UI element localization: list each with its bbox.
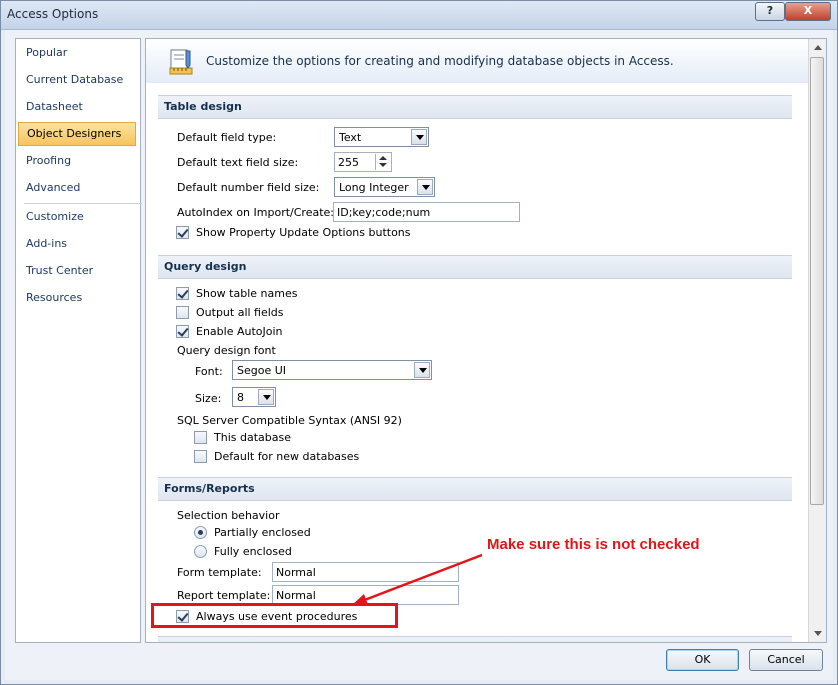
sidebar-item-add-ins[interactable]: Add-ins (18, 232, 136, 256)
this-database-label: This database (214, 431, 291, 444)
window-title: Access Options (7, 7, 99, 21)
sidebar-divider (24, 203, 142, 204)
partially-enclosed-label: Partially enclosed (214, 526, 311, 539)
default-text-size-spinner[interactable]: 255 (334, 152, 392, 172)
query-font-size-select[interactable]: 8 (232, 387, 276, 407)
section-title-table-design: Table design (164, 100, 242, 113)
cancel-button[interactable]: Cancel (749, 649, 823, 671)
default-new-databases-checkbox[interactable] (194, 450, 207, 463)
chevron-down-icon[interactable] (414, 362, 430, 378)
size-label: Size: (195, 392, 222, 405)
help-button[interactable]: ? (755, 2, 785, 21)
default-number-size-select[interactable]: Long Integer (334, 177, 435, 197)
options-panel: Customize the options for creating and m… (145, 38, 827, 643)
section-title-forms-reports: Forms/Reports (164, 482, 255, 495)
header-text: Customize the options for creating and m… (206, 54, 674, 68)
default-number-size-value: Long Integer (339, 181, 409, 194)
sidebar-item-customize[interactable]: Customize (18, 205, 136, 229)
font-label: Font: (195, 365, 223, 378)
report-template-value: Normal (276, 589, 316, 602)
property-update-checkbox[interactable] (176, 226, 189, 239)
default-field-type-value: Text (339, 131, 362, 144)
show-table-names-checkbox[interactable] (176, 287, 189, 300)
default-text-size-value: 255 (338, 156, 359, 169)
scrollbar-thumb[interactable] (810, 57, 824, 505)
panel-header: Customize the options for creating and m… (146, 39, 808, 83)
section-table-design: Table design (158, 95, 792, 119)
autoindex-input[interactable]: ID;key;code;num (333, 202, 520, 222)
form-template-input[interactable]: Normal (272, 562, 459, 582)
sidebar-item-advanced[interactable]: Advanced (18, 176, 136, 200)
autoindex-value: ID;key;code;num (337, 206, 431, 219)
form-template-value: Normal (276, 566, 316, 579)
section-next-partial (158, 636, 792, 642)
fully-enclosed-radio[interactable] (194, 545, 207, 558)
chevron-down-icon[interactable] (417, 179, 433, 195)
sidebar-item-object-designers[interactable]: Object Designers (18, 122, 136, 146)
form-template-label: Form template: (177, 566, 262, 579)
section-forms-reports: Forms/Reports (158, 477, 792, 501)
default-number-size-label: Default number field size: (177, 181, 320, 194)
report-template-label: Report template: (177, 589, 271, 602)
selection-behavior-label: Selection behavior (177, 509, 280, 522)
chevron-down-icon[interactable] (258, 389, 274, 405)
section-query-design: Query design (158, 255, 792, 279)
scroll-up-icon[interactable] (809, 39, 826, 56)
default-new-databases-label: Default for new databases (214, 450, 360, 463)
default-text-size-label: Default text field size: (177, 156, 299, 169)
close-button[interactable]: X (785, 2, 831, 21)
sidebar-item-current-database[interactable]: Current Database (18, 68, 136, 92)
sidebar: Popular Current Database Datasheet Objec… (15, 38, 142, 643)
sidebar-item-trust-center[interactable]: Trust Center (18, 259, 136, 283)
default-field-type-select[interactable]: Text (334, 127, 429, 147)
ok-button[interactable]: OK (666, 649, 739, 671)
query-design-font-label: Query design font (177, 344, 276, 357)
annotation-highlight-box (151, 603, 398, 628)
section-title-query-design: Query design (164, 260, 247, 273)
show-table-names-label: Show table names (196, 287, 298, 300)
title-bar: Access Options ? X (1, 1, 837, 30)
report-template-input[interactable]: Normal (272, 585, 459, 605)
sql-syntax-label: SQL Server Compatible Syntax (ANSI 92) (177, 414, 402, 427)
partially-enclosed-radio[interactable] (194, 526, 207, 539)
query-font-value: Segoe UI (237, 364, 287, 377)
dialog-body: Popular Current Database Datasheet Objec… (5, 30, 833, 680)
chevron-down-icon[interactable] (411, 129, 427, 145)
sidebar-item-datasheet[interactable]: Datasheet (18, 95, 136, 119)
fully-enclosed-label: Fully enclosed (214, 545, 292, 558)
this-database-checkbox[interactable] (194, 431, 207, 444)
output-all-fields-checkbox[interactable] (176, 306, 189, 319)
options-scrollbar[interactable] (808, 39, 826, 642)
access-options-window: Access Options ? X Popular Current Datab… (0, 0, 838, 685)
sidebar-item-proofing[interactable]: Proofing (18, 149, 136, 173)
sidebar-item-popular[interactable]: Popular (18, 41, 136, 65)
scroll-down-icon[interactable] (809, 625, 826, 642)
autoindex-label: AutoIndex on Import/Create: (177, 206, 334, 219)
ruler-pencil-icon (169, 49, 193, 75)
query-font-size-value: 8 (237, 391, 244, 404)
spinner-arrows-icon[interactable] (375, 154, 390, 170)
enable-autojoin-checkbox[interactable] (176, 325, 189, 338)
default-field-type-label: Default field type: (177, 131, 277, 144)
output-all-fields-label: Output all fields (196, 306, 284, 319)
annotation-text: Make sure this is not checked (487, 536, 700, 553)
query-font-select[interactable]: Segoe UI (232, 360, 432, 380)
property-update-label: Show Property Update Options buttons (196, 226, 411, 239)
sidebar-item-resources[interactable]: Resources (18, 286, 136, 310)
enable-autojoin-label: Enable AutoJoin (196, 325, 283, 338)
